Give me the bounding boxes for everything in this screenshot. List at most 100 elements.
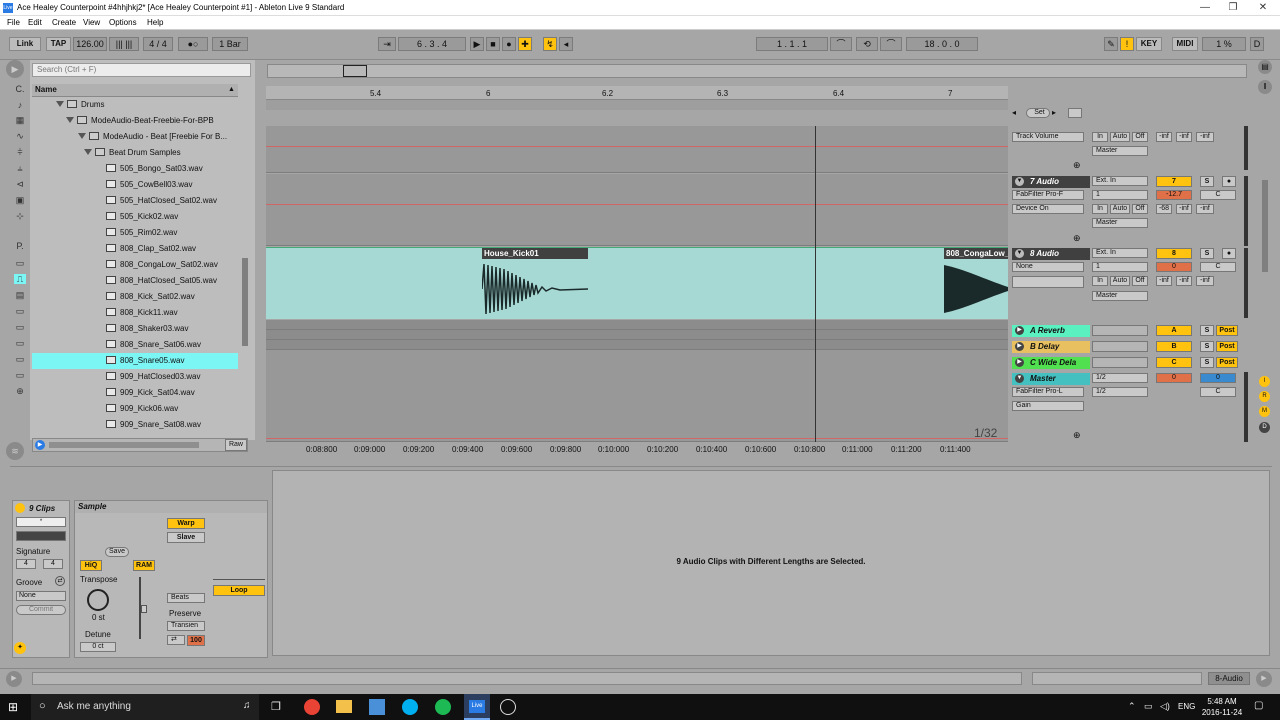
return-activator-a[interactable]: A — [1156, 325, 1192, 336]
track-lane-7[interactable] — [266, 174, 1008, 246]
punch-in-icon[interactable]: ⌒ — [830, 37, 852, 51]
monitor-off-button[interactable]: Off — [1132, 276, 1148, 286]
taskbar-time[interactable]: 5:48 AM — [1202, 697, 1242, 706]
sort-up-icon[interactable]: ▲ — [228, 86, 235, 93]
clip-activator-icon[interactable] — [15, 503, 25, 513]
gain-slider-handle[interactable] — [141, 605, 147, 613]
file-row[interactable]: 909_HatClosed03.wav — [32, 369, 238, 385]
track-lane-6[interactable] — [266, 126, 1008, 173]
device-select[interactable]: FabFilter Pro-F — [1012, 190, 1084, 200]
master-volume-field[interactable]: 0 — [1156, 373, 1192, 383]
folder-icon[interactable]: ▭ — [14, 370, 26, 380]
folder-row[interactable]: Drums — [32, 97, 238, 113]
volume-icon[interactable]: ◁) — [1160, 701, 1170, 712]
sounds-icon[interactable]: ♪ — [14, 100, 26, 110]
selected-track-label[interactable]: 8-Audio — [1208, 672, 1250, 685]
record-icon[interactable]: ● — [502, 37, 516, 51]
monitor-off-button[interactable]: Off — [1132, 132, 1148, 142]
send-c-value[interactable]: -inf — [1196, 276, 1214, 286]
send-c-value[interactable]: -inf — [1196, 204, 1214, 214]
punch-out-icon[interactable]: ⌒ — [880, 37, 902, 51]
current-project-icon[interactable]: ▤ — [14, 290, 26, 300]
clip-launch-icon[interactable]: ✦ — [14, 642, 26, 654]
clip-conga-low[interactable]: 808_CongaLow_ — [944, 248, 1008, 259]
folder-row[interactable]: ModeAudio-Beat-Freebie-For-BPB — [32, 113, 238, 129]
spotify-icon[interactable] — [435, 699, 451, 715]
raw-button[interactable]: Raw — [225, 439, 247, 451]
file-row[interactable]: 909_Kick_Sat04.wav — [32, 385, 238, 401]
return-lane-b[interactable] — [266, 330, 1008, 340]
folder-row[interactable]: Beat Drum Samples — [32, 145, 238, 161]
volume-field[interactable]: -12.7 — [1156, 190, 1192, 200]
clips-icon[interactable]: ⊹ — [14, 211, 26, 221]
quantize-select[interactable]: 1 Bar — [212, 37, 248, 51]
arm-record-icon[interactable]: ● — [1222, 176, 1236, 187]
expand-icon[interactable]: ▶ — [1015, 342, 1024, 351]
file-row[interactable]: 505_Rim02.wav — [32, 225, 238, 241]
return-output-field[interactable] — [1092, 341, 1148, 352]
send-b-value[interactable]: -inf — [1176, 132, 1192, 142]
plugins-icon[interactable]: ▣ — [14, 195, 26, 205]
input-type-select[interactable]: Ext. In — [1092, 248, 1148, 258]
solo-button[interactable]: S — [1200, 341, 1214, 352]
midi-effects-icon[interactable]: ⫨ — [14, 163, 26, 173]
send-a-value[interactable]: -inf — [1156, 276, 1172, 286]
automation-line[interactable] — [266, 438, 1008, 439]
browser-search-input[interactable]: Search (Ctrl + F) — [32, 63, 251, 77]
master-output-select[interactable]: 1/2 — [1092, 373, 1148, 383]
post-button[interactable]: Post — [1216, 357, 1238, 368]
solo-button[interactable]: S — [1200, 357, 1214, 368]
automation-arm-icon[interactable]: ↯ — [543, 37, 557, 51]
track-activator-8[interactable]: 8 — [1156, 248, 1192, 259]
device-select[interactable]: None — [1012, 262, 1084, 272]
metronome-button[interactable]: ●○ — [178, 37, 208, 51]
file-row[interactable]: 505_HatClosed_Sat02.wav — [32, 193, 238, 209]
master-device-select[interactable]: FabFilter Pro-L — [1012, 387, 1084, 397]
set-button[interactable]: Set — [1026, 108, 1050, 118]
folder-icon[interactable]: ▭ — [14, 338, 26, 348]
browser-name-header[interactable]: Name — [32, 84, 238, 97]
packs-icon[interactable]: ▭ — [14, 258, 26, 268]
master-pan-field[interactable]: C — [1200, 387, 1236, 397]
tempo-field[interactable]: 126.00 — [73, 37, 107, 51]
folder-icon[interactable]: ▭ — [14, 322, 26, 332]
detail-toggle-icon[interactable]: ▶ — [1256, 671, 1272, 687]
input-type-select[interactable]: Ext. In — [1092, 176, 1148, 186]
taskbar-date[interactable]: 2016-11-24 — [1198, 708, 1246, 717]
track-activator-7[interactable]: 7 — [1156, 176, 1192, 187]
signature-denominator[interactable]: 4 — [43, 559, 63, 569]
clip-color-select[interactable] — [16, 531, 66, 541]
loop-button[interactable]: Loop — [213, 585, 265, 596]
overview-viewport[interactable] — [343, 65, 367, 77]
windows-start-icon[interactable]: ⊞ — [8, 700, 18, 714]
key-map-icon[interactable]: ! — [1120, 37, 1134, 51]
time-ruler[interactable]: 0:08:800 0:09:000 0:09:200 0:09:400 0:09… — [266, 443, 1008, 455]
file-row[interactable]: 808_Snare_Sat06.wav — [32, 337, 238, 353]
tap-button[interactable]: TAP — [46, 37, 71, 51]
file-explorer-icon[interactable] — [336, 700, 352, 713]
monitor-in-button[interactable]: In — [1092, 204, 1108, 214]
returns-icon[interactable]: R — [1259, 391, 1270, 402]
clip-house-kick[interactable]: House_Kick01 — [482, 248, 588, 259]
folder-row[interactable]: ModeAudio - Beat [Freebie For B... — [32, 129, 238, 145]
network-icon[interactable]: ▭ — [1144, 701, 1153, 712]
hiq-button[interactable]: HiQ — [80, 560, 102, 571]
user-library-icon[interactable]: ⎍ — [14, 274, 26, 284]
draw-mode-icon[interactable]: ✎ — [1104, 37, 1118, 51]
add-folder-icon[interactable]: ⊕ — [14, 386, 26, 396]
add-lane-icon[interactable]: ⊕ — [1073, 233, 1081, 244]
restore-icon[interactable]: ❐ — [1226, 1, 1240, 15]
input-channel-select[interactable]: 1 — [1092, 190, 1148, 200]
monitor-auto-button[interactable]: Auto — [1110, 132, 1130, 142]
key-map-button[interactable]: KEY — [1136, 37, 1162, 51]
info-toggle-icon[interactable]: ▶ — [6, 671, 22, 687]
loop-brace-strip[interactable] — [266, 100, 1008, 110]
back-to-arrangement-icon[interactable]: ◂ — [559, 37, 573, 51]
menu-options[interactable]: Options — [109, 18, 137, 27]
signature-numerator[interactable]: 4 — [16, 559, 36, 569]
cue-output-select[interactable]: 1/2 — [1092, 387, 1148, 397]
browser-scrollbar[interactable] — [242, 258, 248, 346]
skype-icon[interactable] — [402, 699, 418, 715]
locator-prev-icon[interactable]: ◂ — [1012, 108, 1016, 117]
audio-effects-icon[interactable]: ⫩ — [14, 147, 26, 157]
